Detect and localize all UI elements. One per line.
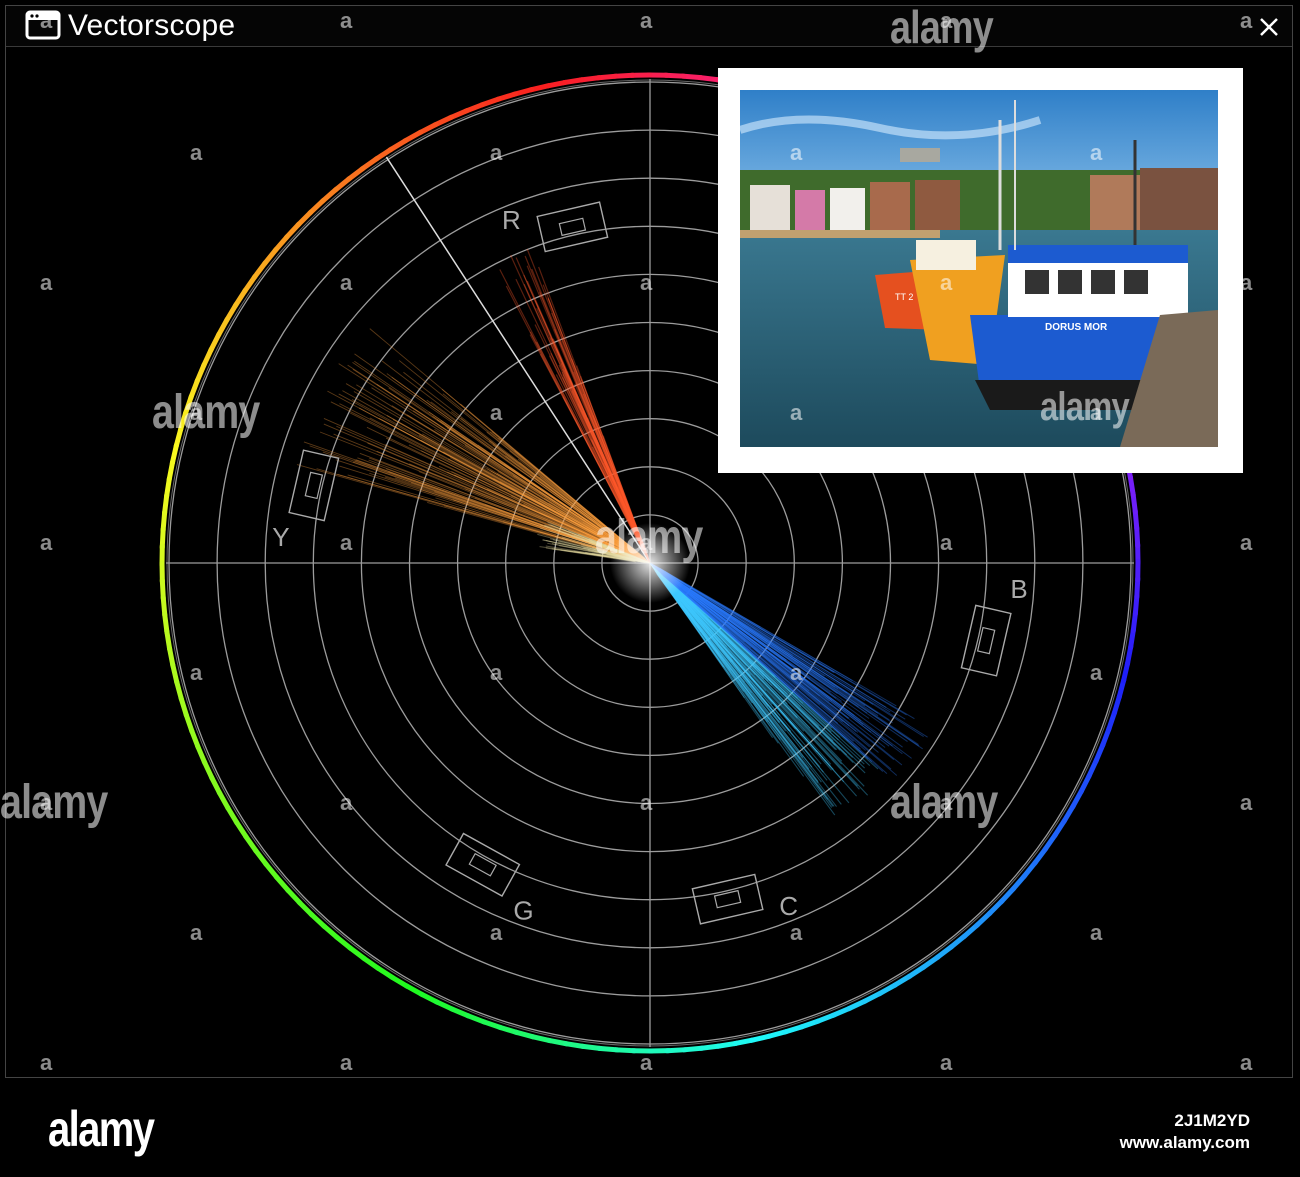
watermark-glyph: a [190,660,203,685]
watermark-glyph: a [640,790,653,815]
boat-name: DORUS MOR [1045,322,1108,333]
watermark-glyph: a [490,140,503,165]
watermark-glyph: a [1240,270,1253,295]
harbour-photo: DORUS MOR TT 2 [740,90,1218,447]
watermark-glyph: a [340,790,353,815]
target-label: R [502,205,521,235]
watermark-glyph: a [190,140,203,165]
watermark-glyph: a [40,790,53,815]
target-box-outer [445,832,521,897]
watermark-glyph: a [1240,530,1253,555]
watermark-glyph: a [40,8,53,33]
target-r: R [502,201,609,253]
watermark-glyph: a [490,920,503,945]
site-url: www.alamy.com [1119,1133,1250,1152]
watermark-glyph: a [190,920,203,945]
watermark-glyph: a [490,660,503,685]
watermark-glyph: a [940,270,953,295]
watermark-glyph: a [940,530,953,555]
boat-registration: TT 2 [895,292,913,302]
target-box-outer [536,201,609,253]
watermark-text: alamy [1040,385,1130,429]
brand-logo: alamy [48,1101,155,1157]
watermark-text: alamy [0,776,108,829]
watermark-glyph: a [490,400,503,425]
target-g: G [445,832,534,926]
target-box-inner [468,852,497,877]
watermark-glyph: a [640,8,653,33]
footer-bar [0,1085,1300,1177]
watermark-glyph: a [340,530,353,555]
watermark-glyph: a [40,530,53,555]
target-box-outer [288,449,340,522]
watermark-glyph: a [790,920,803,945]
watermark-glyph: a [640,530,653,555]
target-box-outer [691,873,764,925]
watermark-glyph: a [340,8,353,33]
watermark-glyph: a [790,400,803,425]
watermark-glyph: a [940,1050,953,1075]
target-box-outer [960,604,1012,677]
watermark-glyph: a [790,660,803,685]
watermark-glyph: a [340,270,353,295]
watermark-glyph: a [1240,8,1253,33]
watermark-glyph: a [1090,920,1103,945]
target-b: B [960,574,1028,677]
watermark-glyph: a [1240,1050,1253,1075]
watermark-glyph: a [940,8,953,33]
watermark-glyph: a [40,1050,53,1075]
target-y: Y [272,449,340,552]
watermark-glyph: a [940,790,953,815]
image-id: 2J1M2YD [1174,1111,1250,1130]
watermark-glyph: a [790,140,803,165]
target-label: G [513,896,533,926]
target-label: B [1010,574,1027,604]
target-c: C [691,873,798,925]
watermark-glyph: a [340,1050,353,1075]
watermark-glyph: a [1240,790,1253,815]
watermark-glyph: a [640,1050,653,1075]
watermark-glyph: a [40,270,53,295]
watermark-glyph: a [190,400,203,425]
target-label: C [779,891,798,921]
watermark-glyph: a [1090,140,1103,165]
watermark-text: alamy [152,386,260,439]
watermark-glyph: a [640,270,653,295]
watermark-glyph: a [1090,660,1103,685]
watermark-glyph: a [1090,400,1103,425]
target-label: Y [272,522,289,552]
